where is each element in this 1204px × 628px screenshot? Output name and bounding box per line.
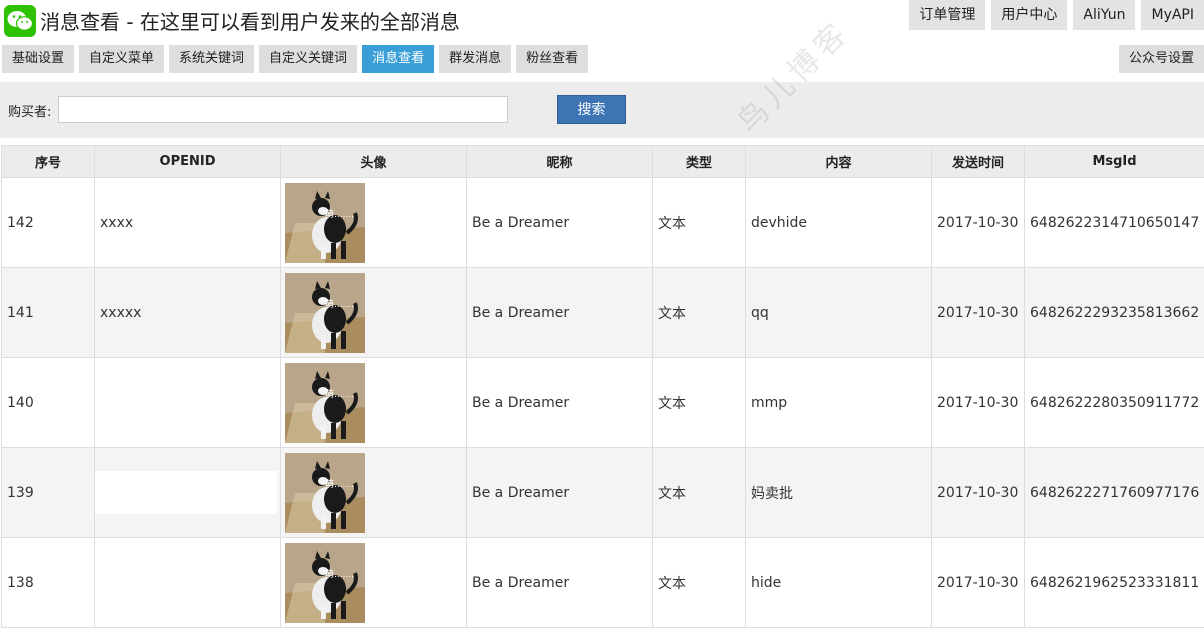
msgid-cell: 6482622280350911772 xyxy=(1024,357,1204,448)
avatar: 萌....... xyxy=(285,182,365,263)
content-cell: qq xyxy=(745,267,932,358)
time-cell: 2017-10-30 1 xyxy=(931,447,1025,538)
header: 消息查看 - 在这里可以看到用户发来的全部消息 订单管理 用户中心 AliYun… xyxy=(0,0,1204,42)
type-cell: 文本 xyxy=(652,447,746,538)
orders-link[interactable]: 订单管理 xyxy=(909,0,986,30)
table-header-row: 序号 OPENID 头像 昵称 类型 内容 发送时间 MsgId xyxy=(1,145,1204,178)
openid-cell xyxy=(94,357,281,448)
id-cell: 140 xyxy=(1,357,95,448)
time-cell: 2017-10-30 1 xyxy=(931,267,1025,358)
openid-cell xyxy=(94,537,281,628)
avatar-cell: 萌....... xyxy=(280,357,467,448)
col-header-type: 类型 xyxy=(652,145,746,178)
tab-custom-keywords[interactable]: 自定义关键词 xyxy=(259,45,358,73)
content-cell: 妈卖批 xyxy=(745,447,932,538)
wechat-logo-icon xyxy=(4,5,36,37)
search-bar: 购买者: 搜索 xyxy=(0,82,1204,138)
tab-system-keywords[interactable]: 系统关键词 xyxy=(169,45,255,73)
table-row: 139 萌....... Be a Dreamer 文本 妈卖批 2017-10-30 … xyxy=(1,447,1204,538)
account-settings-button[interactable]: 公众号设置 xyxy=(1118,45,1204,73)
avatar-caption: 萌....... xyxy=(325,389,355,400)
id-cell: 141 xyxy=(1,267,95,358)
aliyun-link[interactable]: AliYun xyxy=(1073,0,1136,30)
msgid-cell: 6482622293235813662 xyxy=(1024,267,1204,358)
avatar-cell: 萌....... xyxy=(280,537,467,628)
buyer-search-input[interactable] xyxy=(58,96,508,123)
time-cell: 2017-10-30 1 xyxy=(931,537,1025,628)
nav-tabs: 基础设置 自定义菜单 系统关键词 自定义关键词 消息查看 群发消息 粉丝查看 xyxy=(2,45,593,73)
avatar-cell: 萌....... xyxy=(280,447,467,538)
id-cell: 139 xyxy=(1,447,95,538)
avatar-cell: 萌....... xyxy=(280,267,467,358)
tab-messages[interactable]: 消息查看 xyxy=(362,45,435,73)
avatar-caption: 萌....... xyxy=(325,479,355,490)
col-header-avatar: 头像 xyxy=(280,145,467,178)
msgid-cell: 6482622271760977176 xyxy=(1024,447,1204,538)
openid-cell xyxy=(94,447,281,538)
nickname-cell: Be a Dreamer xyxy=(466,447,653,538)
tab-fans[interactable]: 粉丝查看 xyxy=(516,45,589,73)
avatar: 萌....... xyxy=(285,272,365,353)
time-cell: 2017-10-30 1 xyxy=(931,177,1025,268)
col-header-content: 内容 xyxy=(745,145,932,178)
type-cell: 文本 xyxy=(652,537,746,628)
table-row: 138 萌....... Be a Dreamer 文本 hide 2017-10-30… xyxy=(1,537,1204,628)
table-row: 140 萌....... Be a Dreamer 文本 mmp 2017-10-30 … xyxy=(1,357,1204,448)
nickname-cell: Be a Dreamer xyxy=(466,537,653,628)
id-cell: 138 xyxy=(1,537,95,628)
col-header-id: 序号 xyxy=(1,145,95,178)
buyer-label: 购买者: xyxy=(8,105,52,120)
tab-mass-message[interactable]: 群发消息 xyxy=(439,45,512,73)
msgid-cell: 6482621962523331811 xyxy=(1024,537,1204,628)
type-cell: 文本 xyxy=(652,267,746,358)
tab-custom-menu[interactable]: 自定义菜单 xyxy=(79,45,165,73)
openid-cell: xxxx xyxy=(94,177,281,268)
table-row: 142 xxxx 萌....... Be a Dreamer 文本 devhide 201… xyxy=(1,177,1204,268)
type-cell: 文本 xyxy=(652,357,746,448)
avatar-cell: 萌....... xyxy=(280,177,467,268)
content-cell: devhide xyxy=(745,177,932,268)
msgid-cell: 6482622314710650147 xyxy=(1024,177,1204,268)
avatar-caption: 萌....... xyxy=(325,209,355,220)
time-cell: 2017-10-30 1 xyxy=(931,357,1025,448)
myapi-link[interactable]: MyAPI xyxy=(1141,0,1204,30)
openid-redaction xyxy=(95,471,277,514)
col-header-nickname: 昵称 xyxy=(466,145,653,178)
nickname-cell: Be a Dreamer xyxy=(466,357,653,448)
content-cell: mmp xyxy=(745,357,932,448)
nickname-cell: Be a Dreamer xyxy=(466,177,653,268)
type-cell: 文本 xyxy=(652,177,746,268)
table-row: 141 xxxxx 萌....... Be a Dreamer 文本 qq 2017-10… xyxy=(1,267,1204,358)
avatar: 萌....... xyxy=(285,362,365,443)
avatar-caption: 萌....... xyxy=(325,299,355,310)
page-title: 消息查看 - 在这里可以看到用户发来的全部消息 xyxy=(40,10,460,34)
openid-cell: xxxxx xyxy=(94,267,281,358)
nickname-cell: Be a Dreamer xyxy=(466,267,653,358)
top-links: 订单管理 用户中心 AliYun MyAPI xyxy=(903,0,1204,30)
col-header-msgid: MsgId xyxy=(1024,145,1204,178)
messages-table: 序号 OPENID 头像 昵称 类型 内容 发送时间 MsgId 142 xxxx… xyxy=(1,145,1204,628)
col-header-openid: OPENID xyxy=(94,145,281,178)
col-header-time: 发送时间 xyxy=(931,145,1025,178)
avatar: 萌....... xyxy=(285,542,365,623)
avatar-caption: 萌....... xyxy=(325,569,355,580)
content-cell: hide xyxy=(745,537,932,628)
user-center-link[interactable]: 用户中心 xyxy=(991,0,1068,30)
tab-basic-settings[interactable]: 基础设置 xyxy=(2,45,75,73)
avatar: 萌....... xyxy=(285,452,365,533)
id-cell: 142 xyxy=(1,177,95,268)
search-button[interactable]: 搜索 xyxy=(557,95,626,124)
